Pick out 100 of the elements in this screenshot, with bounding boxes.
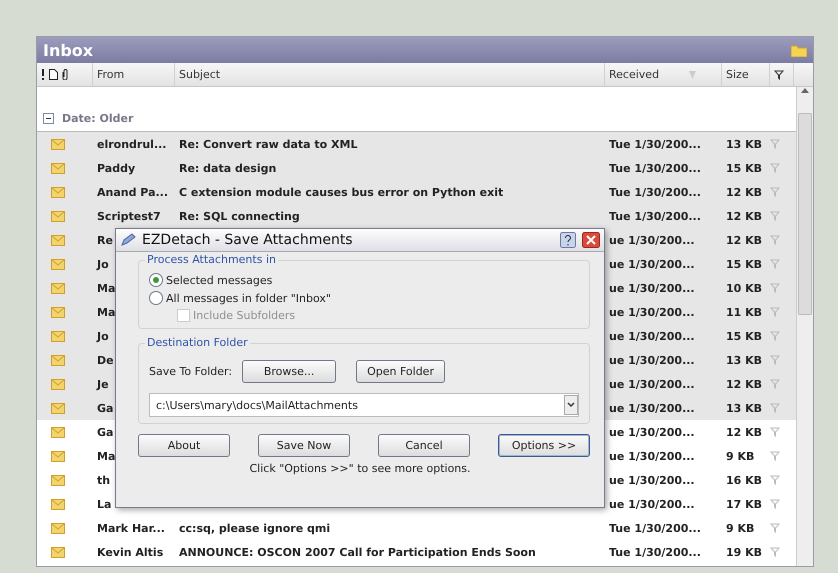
envelope-icon [51,282,65,294]
sender-text: Anand Pa... [97,186,168,198]
browse-button[interactable]: Browse... [242,360,336,383]
message-row[interactable]: elrondrul... Re: Convert raw data to XML Tue 1/30/200... 13 KB [37,132,796,156]
sender-text: Scriptest7 [97,210,161,222]
size-text: 9 KB [726,450,754,462]
pencil-icon [120,233,136,247]
envelope-icon [51,378,65,390]
size-text: 15 KB [726,162,762,174]
sender-text: Mark Har... [97,522,165,534]
sender-text: Ga [97,426,114,438]
importance-icon[interactable] [41,69,45,80]
size-text: 10 KB [726,282,762,294]
dialog-title: EZDetach - Save Attachments [142,232,354,248]
received-text: Tue 1/30/200... [609,546,701,558]
envelope-icon [51,162,65,174]
dialog-button[interactable]: Cancel [378,434,470,457]
size-text: 12 KB [726,210,762,222]
size-text: 16 KB [726,474,762,486]
sender-text: Ma [97,450,116,462]
subject-text: Re: data design [179,162,276,174]
column-header[interactable]: From [97,68,124,81]
message-row[interactable]: Anand Pa... C extension module causes bus error on Python exit Tue 1/30/200... 12 KB [37,180,796,204]
sort-icon [689,70,696,78]
sender-text: Jo [97,258,109,270]
column-header[interactable]: Received [609,68,660,81]
size-text: 11 KB [726,306,762,318]
sender-text: Ma [97,306,116,318]
received-text: ue 1/30/200... [609,258,695,270]
envelope-icon [51,402,65,414]
folder-icon[interactable] [791,44,807,56]
column-header[interactable]: Subject [179,68,220,81]
size-text: 15 KB [726,258,762,270]
subject-text: cc:sq, please ignore qmi [179,522,330,534]
size-text: 12 KB [726,426,762,438]
save-to-label: Save To Folder: [149,365,232,378]
size-text: 12 KB [726,186,762,198]
received-text: ue 1/30/200... [609,354,695,366]
paperclip-icon[interactable] [62,69,68,80]
sender-text: Jo [97,330,109,342]
received-text: ue 1/30/200... [609,282,695,294]
dialog-button[interactable]: About [138,434,230,457]
radio-option[interactable]: All messages in folder "Inbox" [149,291,579,305]
received-text: Tue 1/30/200... [609,138,701,150]
envelope-icon [51,138,65,150]
received-text: Tue 1/30/200... [609,210,701,222]
collapse-icon[interactable] [43,112,54,124]
size-text: 12 KB [726,378,762,390]
subject-text: ANNOUNCE: OSCON 2007 Call for Participation Ends Soon [179,546,536,558]
close-icon[interactable] [582,232,600,248]
group-label: Date: Older [62,112,134,124]
sender-text: Re [97,234,113,246]
envelope-icon [51,450,65,462]
size-text: 13 KB [726,402,762,414]
envelope-icon [51,186,65,198]
sender-text: Je [97,378,109,390]
received-text: ue 1/30/200... [609,378,695,390]
size-text: 15 KB [726,330,762,342]
sender-text: Ga [97,402,114,414]
received-text: Tue 1/30/200... [609,522,701,534]
received-text: ue 1/30/200... [609,330,695,342]
sender-text: elrondrul... [97,138,166,150]
received-text: ue 1/30/200... [609,498,695,510]
dialog-button[interactable]: Save Now [258,434,350,457]
group-legend: Process Attachments in [145,253,278,266]
received-text: ue 1/30/200... [609,426,695,438]
message-row[interactable]: Paddy Re: data design Tue 1/30/200... 15 KB [37,156,796,180]
scrollbar[interactable] [796,87,813,566]
envelope-icon [51,426,65,438]
subject-text: C extension module causes bus error on Python exit [179,186,504,198]
received-text: ue 1/30/200... [609,402,695,414]
envelope-icon [51,210,65,222]
radio-option[interactable]: Selected messages [149,273,579,287]
envelope-icon [51,330,65,342]
dropdown-icon[interactable] [564,395,578,415]
size-text: 19 KB [726,546,762,558]
size-text: 13 KB [726,138,762,150]
received-text: Tue 1/30/200... [609,186,701,198]
page-icon[interactable] [49,69,58,80]
sender-text: Kevin Altis [97,546,164,558]
received-text: ue 1/30/200... [609,450,695,462]
column-header[interactable]: Size [726,68,749,81]
envelope-icon [51,234,65,246]
size-text: 12 KB [726,234,762,246]
folder-path-field[interactable]: c:\Users\mary\docs\MailAttachments [149,393,579,417]
received-text: ue 1/30/200... [609,474,695,486]
dialog-button[interactable]: Options >> [498,434,590,457]
subject-text: Re: Convert raw data to XML [179,138,358,150]
pane-title: Inbox [43,40,94,60]
open-folder-button[interactable]: Open Folder [356,360,445,383]
sender-text: La [97,498,112,510]
subject-text: Re: SQL connecting [179,210,300,222]
group-legend: Destination Folder [145,336,250,349]
envelope-icon [51,354,65,366]
help-icon[interactable] [560,232,576,248]
message-row[interactable]: Scriptest7 Re: SQL connecting Tue 1/30/200... 12 KB [37,204,796,228]
envelope-icon [51,498,65,510]
options-hint: Click "Options >>" to see more options. [250,462,470,475]
received-text: Tue 1/30/200... [609,162,701,174]
received-text: ue 1/30/200... [609,306,695,318]
